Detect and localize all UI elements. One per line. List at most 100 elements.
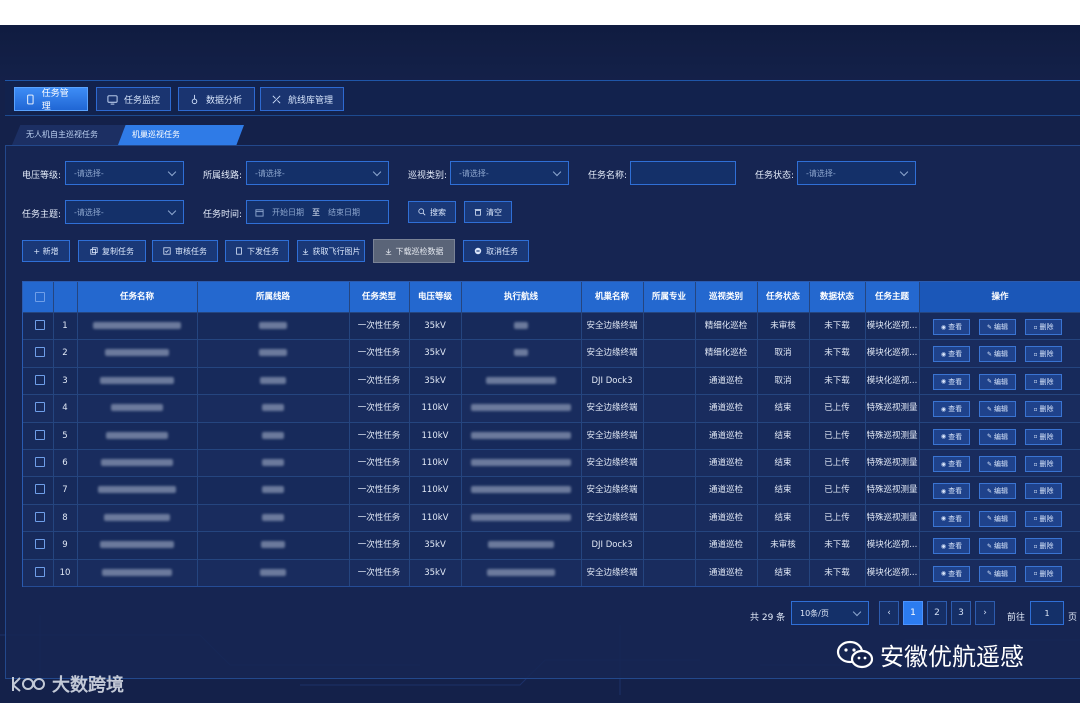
task-name-redacted (77, 340, 197, 367)
delete-button[interactable]: ▫ 删除 (1025, 346, 1062, 363)
delete-button[interactable]: ▫ 删除 (1025, 373, 1062, 390)
trash-icon: ▫ (1033, 487, 1038, 495)
edit-button[interactable]: ✎ 编辑 (979, 373, 1016, 390)
date-range-picker[interactable]: 开始日期 至 结束日期 (246, 200, 389, 224)
edit-icon: ✎ (986, 515, 993, 523)
eye-icon: ◉ (940, 570, 947, 578)
line-redacted (197, 505, 349, 532)
edit-button[interactable]: ✎ 编辑 (979, 401, 1016, 418)
delete-button[interactable]: ▫ 删除 (1025, 319, 1062, 335)
add-button[interactable]: + 新增 (22, 240, 70, 262)
column-divider (409, 282, 410, 586)
row-checkbox[interactable] (35, 566, 45, 577)
patrol-type-label: 巡视类别: (408, 171, 448, 181)
subtab-nest-patrol[interactable]: 机巢巡视任务 (118, 125, 244, 145)
search-button-label: 搜索 (430, 207, 446, 217)
row-checkbox[interactable] (35, 374, 45, 385)
view-label: 查看 (948, 460, 963, 468)
view-label: 查看 (948, 569, 963, 578)
edit-button[interactable]: ✎ 编辑 (979, 346, 1016, 363)
delete-button[interactable]: ▫ 删除 (1025, 538, 1062, 555)
view-button[interactable]: ◉ 查看 (933, 428, 970, 445)
prev-page-button[interactable]: ‹ (879, 601, 899, 625)
nav-tab-data-analysis[interactable]: 数据分析 (178, 87, 255, 111)
view-button[interactable]: ◉ 查看 (933, 456, 970, 472)
row-checkbox[interactable] (35, 429, 45, 440)
route-redacted (461, 532, 581, 559)
date-separator: 至 (312, 207, 320, 217)
patrol-type-select[interactable]: -请选择- (450, 161, 569, 185)
edit-button[interactable]: ✎ 编辑 (979, 483, 1016, 500)
view-button[interactable]: ◉ 查看 (933, 319, 970, 335)
nav-tab-route-library[interactable]: 航线库管理 (260, 87, 344, 111)
view-button[interactable]: ◉ 查看 (933, 401, 970, 418)
patrol-category: 通道巡检 (708, 403, 743, 414)
row-checkbox[interactable] (35, 511, 45, 522)
edit-button[interactable]: ✎ 编辑 (979, 456, 1016, 472)
row-checkbox[interactable] (35, 539, 45, 550)
watermark-right: 安徽优航遥感 (836, 637, 1024, 672)
delete-button[interactable]: ▫ 删除 (1025, 565, 1062, 582)
device-name: 安全边缘终端 (586, 403, 638, 414)
select-all-checkbox[interactable] (35, 292, 45, 302)
eye-icon: ◉ (940, 405, 947, 413)
phone-icon (27, 94, 34, 104)
edit-icon: ✎ (986, 405, 993, 413)
voltage-select[interactable]: -请选择- (65, 161, 184, 185)
view-button[interactable]: ◉ 查看 (933, 346, 970, 363)
edit-button[interactable]: ✎ 编辑 (979, 510, 1016, 527)
download-data-button[interactable]: 下载巡检数据 (373, 239, 455, 263)
fetch-images-button[interactable]: 获取飞行图片 (297, 240, 365, 262)
delete-button[interactable]: ▫ 删除 (1025, 483, 1062, 500)
task-status-select[interactable]: -请选择- (797, 161, 916, 185)
copy-task-button[interactable]: 复制任务 (78, 240, 146, 262)
profession (643, 477, 695, 504)
edit-button[interactable]: ✎ 编辑 (979, 319, 1016, 335)
page-button[interactable]: 2 (927, 601, 947, 625)
delete-button[interactable]: ▫ 删除 (1025, 510, 1062, 527)
delete-button[interactable]: ▫ 删除 (1025, 456, 1062, 472)
task-name-input[interactable] (630, 161, 736, 185)
line-select[interactable]: -请选择- (246, 161, 389, 185)
profession (643, 340, 695, 367)
edit-button[interactable]: ✎ 编辑 (979, 428, 1016, 445)
goto-page-input[interactable]: 1 (1030, 601, 1064, 625)
page-size-select[interactable]: 10条/页 (791, 601, 869, 625)
nav-tab-task-monitor[interactable]: 任务监控 (96, 87, 171, 111)
view-button[interactable]: ◉ 查看 (933, 483, 970, 500)
row-checkbox[interactable] (35, 457, 45, 467)
view-button[interactable]: ◉ 查看 (933, 373, 970, 390)
search-icon (418, 208, 426, 216)
chevron-down-icon (899, 167, 909, 176)
view-label: 查看 (948, 432, 963, 441)
review-task-button[interactable]: 审核任务 (152, 240, 218, 262)
row-checkbox[interactable] (35, 320, 45, 330)
search-button[interactable]: 搜索 (408, 201, 456, 223)
end-date: 结束日期 (328, 207, 360, 217)
dispatch-task-button[interactable]: 下发任务 (225, 240, 289, 262)
row-checkbox[interactable] (35, 347, 45, 358)
edit-button[interactable]: ✎ 编辑 (979, 565, 1016, 582)
view-button[interactable]: ◉ 查看 (933, 538, 970, 555)
task-topic-select[interactable]: -请选择- (65, 200, 184, 224)
patrol-category: 通道巡检 (708, 375, 743, 386)
watermark-right-text: 安徽优航遥感 (880, 643, 1024, 671)
trash-icon: ▫ (1033, 433, 1038, 441)
row-checkbox[interactable] (35, 402, 45, 413)
page-button[interactable]: 3 (951, 601, 971, 625)
row-number: 6 (62, 458, 68, 468)
table-row: 6 一次性任务 110kV 安全边缘终端 通道巡检 结束 已上传 特殊巡视测量 ◉ 查看 ✎ 编辑 ▫ 删… (23, 449, 1080, 477)
data-status: 已上传 (824, 512, 850, 523)
row-checkbox[interactable] (35, 484, 45, 495)
cancel-task-button[interactable]: 取消任务 (463, 240, 529, 262)
delete-button[interactable]: ▫ 删除 (1025, 401, 1062, 418)
page-button[interactable]: 1 (903, 601, 923, 625)
delete-button[interactable]: ▫ 删除 (1025, 428, 1062, 445)
clear-button[interactable]: 清空 (464, 201, 512, 223)
view-button[interactable]: ◉ 查看 (933, 565, 970, 582)
nav-tab-task-management[interactable]: 任务管理 (14, 87, 88, 112)
view-button[interactable]: ◉ 查看 (933, 510, 970, 527)
eye-icon: ◉ (940, 515, 947, 523)
next-page-button[interactable]: › (975, 601, 995, 625)
edit-button[interactable]: ✎ 编辑 (979, 538, 1016, 555)
